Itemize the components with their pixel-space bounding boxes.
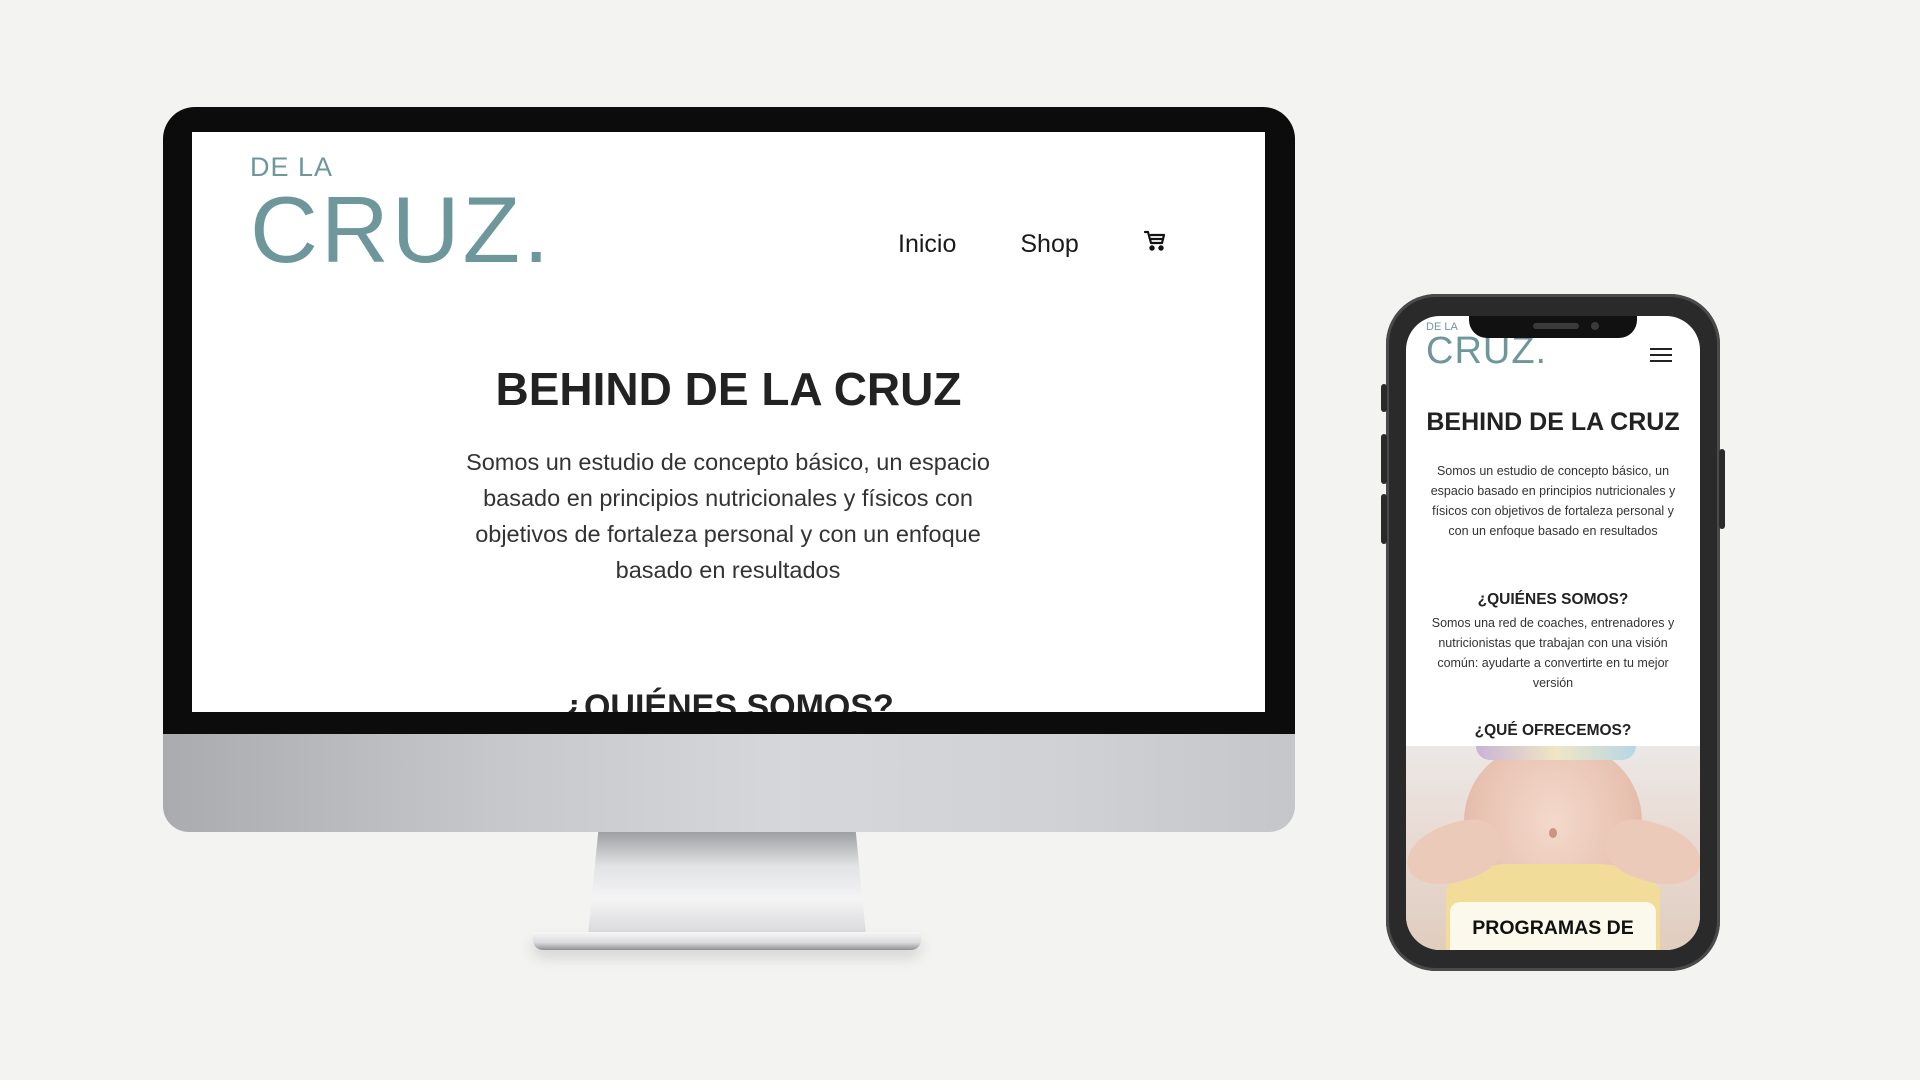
phone-volume-down-button [1381, 494, 1387, 544]
mobile-hero-description: Somos un estudio de concepto básico, un … [1430, 464, 1676, 538]
phone-power-button [1719, 449, 1725, 529]
cart-icon[interactable] [1143, 229, 1167, 260]
mobile-about-text: Somos una red de coaches, entrenadores y… [1431, 616, 1675, 690]
page-title: BEHIND DE LA CRUZ [495, 363, 962, 415]
phone-mute-switch [1381, 384, 1387, 412]
hero-description: Somos un estudio de concepto básico, un … [466, 449, 990, 583]
mobile-logo-main-text: CRUZ. [1426, 330, 1548, 372]
monitor-stand-base [533, 932, 921, 950]
main-nav: Inicio Shop [898, 229, 1167, 260]
section-heading-quienes-somos: ¿QUIÉNES SOMOS? [563, 688, 894, 712]
mobile-screen: DE LA CRUZ. BEHIND DE LA CRUZ Somos un e… [1406, 316, 1700, 950]
hamburger-menu-icon[interactable] [1650, 348, 1672, 364]
logo-main-text: CRUZ. [250, 177, 553, 282]
monitor-bezel: DE LA CRUZ. Inicio Shop BEHIND DE LA CRU… [163, 107, 1295, 734]
nav-link-inicio[interactable]: Inicio [898, 230, 956, 259]
phone-mockup: DE LA CRUZ. BEHIND DE LA CRUZ Somos un e… [1381, 294, 1725, 971]
speaker-icon [1533, 323, 1579, 329]
phone-notch [1469, 316, 1637, 338]
monitor-chin [163, 734, 1295, 832]
mobile-heading-que-ofrecemos: ¿QUÉ OFRECEMOS? [1474, 722, 1632, 739]
nav-link-shop[interactable]: Shop [1020, 230, 1078, 259]
monitor-stand [587, 832, 867, 945]
mobile-page-title: BEHIND DE LA CRUZ [1426, 408, 1680, 436]
camera-icon [1591, 322, 1599, 330]
phone-volume-up-button [1381, 434, 1387, 484]
desktop-screen: DE LA CRUZ. Inicio Shop BEHIND DE LA CRU… [192, 132, 1265, 712]
mobile-heading-quienes-somos: ¿QUIÉNES SOMOS? [1477, 591, 1629, 608]
programas-card-label: PROGRAMAS DE [1472, 917, 1634, 939]
logo[interactable]: DE LA CRUZ. [250, 154, 553, 282]
programas-card[interactable]: PROGRAMAS DE [1450, 902, 1656, 950]
